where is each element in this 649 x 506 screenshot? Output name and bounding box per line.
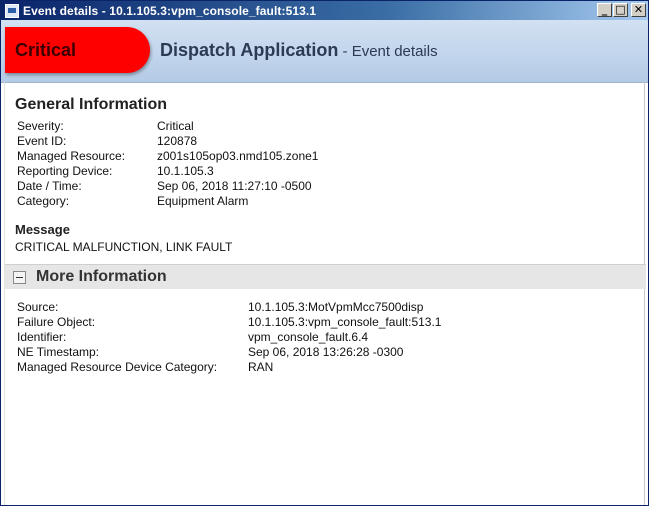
content-left-border bbox=[4, 82, 5, 505]
general-information-heading: General Information bbox=[15, 96, 168, 113]
more-information-table: Source: 10.1.105.3:MotVpmMcc7500disp Fai… bbox=[17, 300, 441, 375]
field-label: NE Timestamp: bbox=[17, 345, 100, 359]
message-heading: Message bbox=[15, 222, 70, 237]
field-value: 10.1.105.3 bbox=[157, 164, 214, 178]
field-label: Managed Resource: bbox=[17, 149, 126, 163]
more-row-failure-object: Failure Object: 10.1.105.3:vpm_console_f… bbox=[17, 315, 441, 330]
more-information-toggle[interactable]: More Information bbox=[5, 264, 646, 289]
field-label: Identifier: bbox=[17, 330, 67, 344]
content-right-border bbox=[644, 82, 645, 505]
field-label: Date / Time: bbox=[17, 179, 82, 193]
field-value: vpm_console_fault.6.4 bbox=[248, 330, 369, 344]
general-row-reporting-device: Reporting Device: 10.1.105.3 bbox=[17, 164, 318, 179]
more-row-source: Source: 10.1.105.3:MotVpmMcc7500disp bbox=[17, 300, 441, 315]
general-information-table: Severity: Critical Event ID: 120878 Mana… bbox=[17, 119, 318, 209]
field-label: Severity: bbox=[17, 119, 64, 133]
page-subtitle: - Event details bbox=[338, 43, 438, 60]
general-row-event-id: Event ID: 120878 bbox=[17, 134, 318, 149]
severity-badge: Critical bbox=[5, 27, 150, 73]
minimize-button[interactable]: _ bbox=[597, 3, 612, 17]
app-name: Dispatch Application bbox=[160, 40, 339, 60]
more-information-heading: More Information bbox=[36, 268, 167, 285]
field-value: Sep 06, 2018 13:26:28 -0300 bbox=[248, 345, 404, 359]
field-value: 10.1.105.3:MotVpmMcc7500disp bbox=[248, 300, 424, 314]
general-row-category: Category: Equipment Alarm bbox=[17, 194, 318, 209]
field-value: z001s105op03.nmd105.zone1 bbox=[157, 149, 319, 163]
general-row-date-time: Date / Time: Sep 06, 2018 11:27:10 -0500 bbox=[17, 179, 318, 194]
field-label: Category: bbox=[17, 194, 70, 208]
field-label: Source: bbox=[17, 300, 59, 314]
maximize-button[interactable]: □ bbox=[613, 3, 628, 17]
more-row-device-category: Managed Resource Device Category: RAN bbox=[17, 360, 441, 375]
title-bar[interactable]: Event details - 10.1.105.3:vpm_console_f… bbox=[1, 1, 648, 20]
close-button[interactable]: ✕ bbox=[631, 3, 646, 17]
page-title: Dispatch Application - Event details bbox=[160, 40, 438, 61]
field-value: 120878 bbox=[157, 134, 198, 148]
field-value: Sep 06, 2018 11:27:10 -0500 bbox=[157, 179, 312, 193]
field-value: 10.1.105.3:vpm_console_fault:513.1 bbox=[248, 315, 442, 329]
window-title: Event details - 10.1.105.3:vpm_console_f… bbox=[23, 3, 317, 18]
field-label: Failure Object: bbox=[17, 315, 96, 329]
general-row-managed-resource: Managed Resource: z001s105op03.nmd105.zo… bbox=[17, 149, 318, 164]
window-controls: _ □ ✕ bbox=[597, 3, 646, 17]
message-text: CRITICAL MALFUNCTION, LINK FAULT bbox=[15, 240, 233, 254]
field-label: Managed Resource Device Category: bbox=[17, 360, 218, 374]
field-label: Event ID: bbox=[17, 134, 67, 148]
more-row-identifier: Identifier: vpm_console_fault.6.4 bbox=[17, 330, 441, 345]
field-label: Reporting Device: bbox=[17, 164, 113, 178]
window-app-icon[interactable] bbox=[5, 3, 19, 18]
field-value: Equipment Alarm bbox=[157, 194, 249, 208]
field-value: Critical bbox=[157, 119, 194, 133]
general-row-severity: Severity: Critical bbox=[17, 119, 318, 134]
more-row-ne-timestamp: NE Timestamp: Sep 06, 2018 13:26:28 -030… bbox=[17, 345, 441, 360]
field-value: RAN bbox=[248, 360, 274, 374]
collapse-minus-icon[interactable] bbox=[13, 270, 26, 284]
event-details-window: Event details - 10.1.105.3:vpm_console_f… bbox=[0, 0, 649, 506]
event-header: Critical Dispatch Application - Event de… bbox=[1, 20, 648, 83]
